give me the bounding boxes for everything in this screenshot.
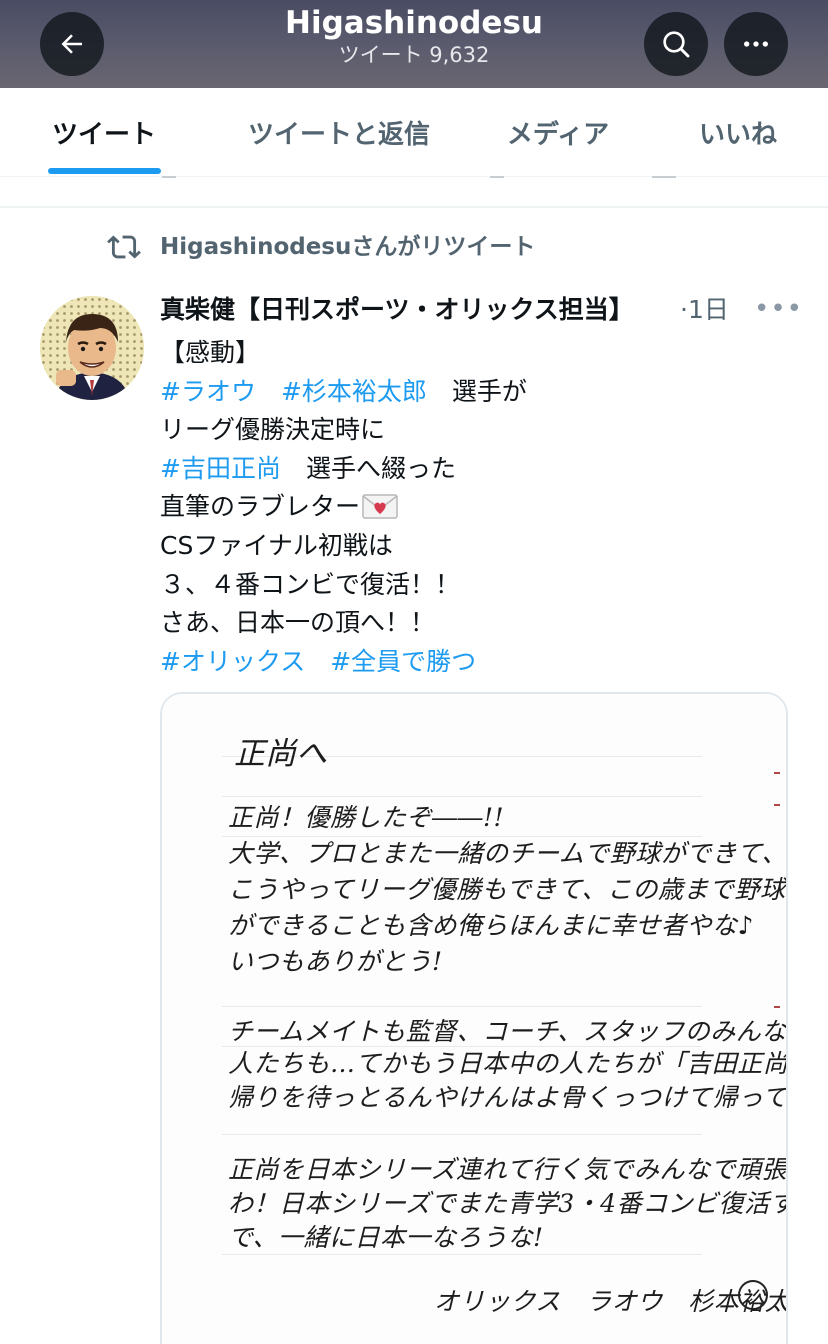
- tweet-text-line: リーグ優勝決定時に: [160, 411, 800, 450]
- tweet-text-segment: [305, 647, 330, 676]
- more-button[interactable]: [724, 12, 788, 76]
- tweet-text-line: さあ、日本一の頂へ！！: [160, 604, 800, 643]
- hashtag-link[interactable]: #オリックス: [160, 647, 305, 676]
- back-button[interactable]: [40, 12, 104, 76]
- letter-line: 正尚！優勝したぞ――!!: [228, 803, 505, 832]
- hashtag-link[interactable]: #全員で勝つ: [330, 647, 476, 676]
- previous-tweet-action-remnant: [490, 172, 504, 178]
- tweet-count: ツイート 9,632: [338, 43, 490, 67]
- tweet-text-segment: ３、４番コンビで復活！！: [160, 569, 461, 599]
- timeline-divider: [0, 206, 828, 208]
- tab-tweets[interactable]: ツイート: [38, 88, 170, 176]
- tweet-text-segment: さあ、日本一の頂へ！！: [160, 608, 436, 638]
- letter-line: わ！日本シリーズでまた青学3・4番コンビ復活するぞ!: [228, 1189, 786, 1218]
- previous-tweet-action-remnant: [652, 172, 676, 178]
- tweet-text-segment: 選手へ綴った: [280, 453, 456, 483]
- arrow-left-icon: [61, 34, 82, 54]
- tweet-text-line: 直筆のラブレター: [160, 488, 800, 527]
- tweet-text-segment: 【感動】: [160, 338, 261, 367]
- letter-greeting: 正尚へ: [234, 736, 327, 772]
- search-button[interactable]: [644, 12, 708, 76]
- tweet-text-line: #ラオウ #杉本裕太郎 選手が: [160, 373, 800, 412]
- baseball-icon: [738, 1280, 768, 1310]
- tab-likes[interactable]: いいね: [684, 88, 792, 176]
- letter-line: 人たちも…てかもう日本中の人たちが「吉田正尚」の: [228, 1049, 788, 1078]
- profile-name: Higashinodesu: [285, 5, 543, 41]
- tweet-text-segment: 直筆のラブレター: [160, 492, 361, 522]
- letter-line: チームメイトも監督、コーチ、スタッフのみんなもファンの: [228, 1017, 787, 1046]
- tweet-text-line: CSファイナル初戦は: [160, 527, 800, 566]
- paper-rule: [222, 1006, 702, 1007]
- tweet-text: 【感動】 #ラオウ #杉本裕太郎 選手が リーグ優勝決定時に #吉田正尚 選手へ綴った…: [160, 334, 800, 681]
- tweet-image[interactable]: 正尚へ 正尚！優勝したぞ――!! 大学、プロとまた一緒のチームで野球ができて、 …: [160, 692, 788, 1344]
- paper-mark: [774, 772, 780, 774]
- paper-mark: [774, 804, 780, 806]
- hashtag-link[interactable]: #ラオウ: [160, 377, 256, 406]
- tweet-more-icon[interactable]: •••: [754, 294, 803, 324]
- tweet-text-segment: 選手が: [426, 376, 527, 406]
- paper-rule: [222, 1134, 702, 1135]
- letter-line: で、一緒に日本一なろうな!: [228, 1223, 544, 1252]
- letter-signature: オリックス ラオウ 杉本裕太郎: [434, 1287, 788, 1316]
- tweet-text-line: #吉田正尚 選手へ綴った: [160, 450, 800, 489]
- tweet-text-line: 【感動】: [160, 334, 800, 373]
- avatar-illustration: [40, 296, 144, 400]
- paper-rule: [222, 796, 702, 797]
- hashtag-link[interactable]: #吉田正尚: [160, 454, 281, 483]
- paper-mark: [774, 1006, 780, 1008]
- tweet-text-segment: リーグ優勝決定時に: [160, 415, 386, 445]
- profile-header: Higashinodesu ツイート 9,632: [0, 0, 828, 88]
- tab-tweets-and-replies[interactable]: ツイートと返信: [232, 88, 446, 176]
- tab-media[interactable]: メディア: [492, 88, 624, 176]
- letter-paper: 正尚へ 正尚！優勝したぞ――!! 大学、プロとまた一緒のチームで野球ができて、 …: [162, 694, 788, 1344]
- paper-rule: [222, 1254, 702, 1255]
- tweet-author-name[interactable]: 真柴健【日刊スポーツ・オリックス担当】: [160, 292, 672, 328]
- more-horizontal-icon: [744, 41, 768, 47]
- letter-line: こうやってリーグ優勝もできて、この歳まで野球: [228, 875, 786, 904]
- tweet-text-line: #オリックス #全員で勝つ: [160, 643, 800, 682]
- letter-line: 正尚を日本シリーズ連れて行く気でみんなで頑張る: [228, 1155, 788, 1184]
- tweet-text-line: ３、４番コンビで復活！！: [160, 566, 800, 605]
- letter-line: ができることも含め俺らほんまに幸せ者やな♪: [228, 911, 754, 940]
- previous-tweet-action-remnant: [162, 172, 176, 178]
- tweet-text-segment: [256, 377, 281, 406]
- tweet-timestamp[interactable]: ·1日: [680, 292, 729, 328]
- profile-tabs: ツイート ツイートと返信 メディア いいね: [0, 88, 828, 176]
- active-tab-indicator: [48, 168, 161, 174]
- retweet-icon: [107, 235, 141, 259]
- letter-line: 帰りを待っとるんやけんはよ骨くっつけて帰ってこい！笑: [228, 1083, 788, 1112]
- search-icon: [663, 31, 690, 58]
- avatar[interactable]: [40, 296, 144, 400]
- retweet-label: Higashinodesuさんがリツイート: [160, 234, 536, 260]
- letter-line: 大学、プロとまた一緒のチームで野球ができて、: [228, 839, 788, 868]
- letter-line: いつもありがとう!: [228, 947, 443, 976]
- hashtag-link[interactable]: #杉本裕太郎: [281, 377, 427, 406]
- tweet-text-segment: CSファイナル初戦は: [160, 530, 393, 560]
- tab-divider: [0, 176, 828, 177]
